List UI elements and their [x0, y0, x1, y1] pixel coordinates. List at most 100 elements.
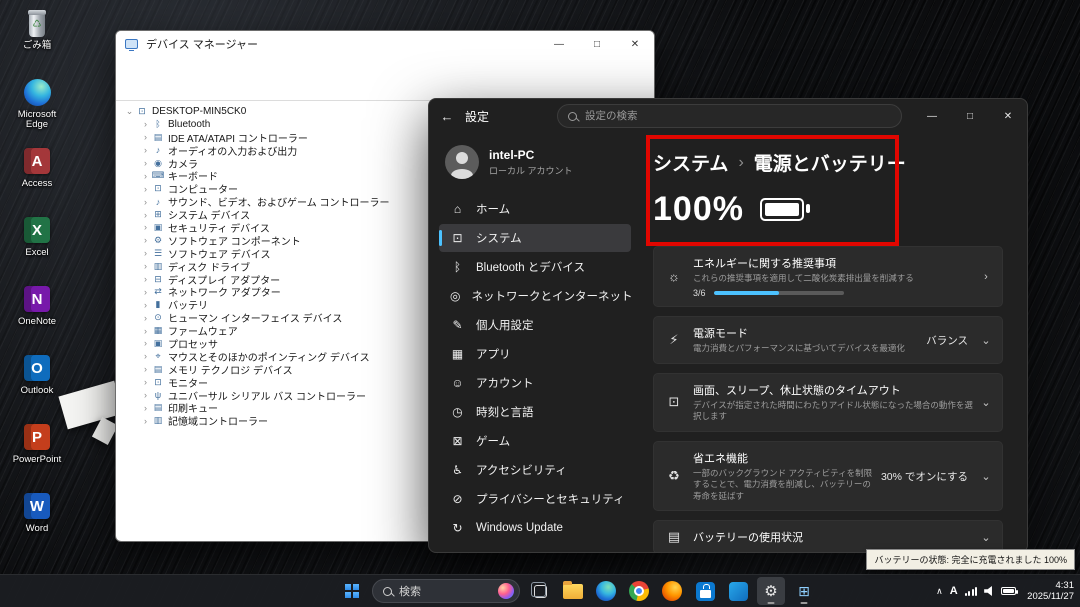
card-value[interactable]: バランス	[926, 333, 968, 348]
expand-arrow-icon[interactable]	[140, 222, 151, 232]
settings-nav-item[interactable]: ◎ ネットワークとインターネット	[439, 282, 631, 310]
settings-card[interactable]: ⚡ 電源モード 電力消費とパフォーマンスに基づいてデバイスを最適化 バランス ⌄	[653, 316, 1003, 363]
desktop-icon-excel[interactable]: X Excel	[6, 213, 68, 277]
settings-nav-item[interactable]: ᛒ Bluetooth とデバイス	[439, 253, 631, 281]
settings-card[interactable]: ☼ エネルギーに関する推奨事項 これらの推奨事項を適用して二酸化炭素排出量を削減…	[653, 246, 1003, 307]
card-subtitle: これらの推奨事項を適用して二酸化炭素排出量を削減する	[693, 273, 980, 284]
expand-arrow-icon[interactable]	[140, 184, 151, 194]
settings-nav-item[interactable]: ◷ 時刻と言語	[439, 398, 631, 426]
expand-arrow-icon[interactable]	[140, 351, 151, 361]
ime-indicator[interactable]: A	[950, 585, 958, 597]
card-value[interactable]: 30% でオンにする	[881, 469, 968, 484]
desktop-icon-powerpoint[interactable]: P PowerPoint	[6, 420, 68, 484]
expand-arrow-icon[interactable]	[140, 300, 151, 310]
expand-arrow-icon[interactable]	[140, 248, 151, 258]
taskbar-app[interactable]	[559, 577, 587, 605]
desktop-icon-recycle-bin[interactable]: ♺ ごみ箱	[6, 6, 68, 70]
breadcrumb-parent[interactable]: システム	[653, 149, 728, 176]
expand-arrow-icon[interactable]	[140, 235, 151, 245]
clock[interactable]: 4:31 2025/11/27	[1027, 580, 1074, 603]
expand-arrow-icon[interactable]	[140, 326, 151, 336]
settings-card[interactable]: ⊡ 画面、スリープ、休止状態のタイムアウト デバイスが指定された時間にわたりアイ…	[653, 373, 1003, 432]
taskbar-apps: ⚙ ⊞	[526, 577, 818, 605]
avatar	[445, 145, 479, 179]
search-icon	[383, 587, 392, 596]
maximize-button[interactable]: □	[578, 31, 616, 57]
settings-nav-item[interactable]: ✎ 個人用設定	[439, 311, 631, 339]
taskbar-app[interactable]: ⚙	[757, 577, 785, 605]
settings-search-box[interactable]	[557, 104, 902, 128]
taskbar-app[interactable]: ⊞	[790, 577, 818, 605]
settings-nav-item[interactable]: ⊡ システム	[439, 224, 631, 252]
settings-nav-item[interactable]: ↻ Windows Update	[439, 514, 631, 542]
expand-arrow-icon[interactable]	[140, 145, 151, 155]
taskbar-app[interactable]	[691, 577, 719, 605]
taskbar-search[interactable]: 検索	[372, 579, 520, 603]
nav-label: システム	[476, 230, 522, 246]
collapse-arrow-icon[interactable]	[124, 106, 135, 117]
settings-titlebar[interactable]: ← 設定 — □ ✕	[429, 99, 1027, 133]
expand-arrow-icon[interactable]	[140, 416, 151, 426]
maximize-button[interactable]: □	[951, 99, 989, 133]
minimize-button[interactable]: —	[540, 31, 578, 57]
desktop-icon-outlook[interactable]: O Outlook	[6, 351, 68, 415]
expand-arrow-icon[interactable]	[140, 313, 151, 323]
battery-tray-icon[interactable]	[1001, 587, 1016, 595]
desktop-icon-edge[interactable]: Microsoft Edge	[6, 75, 68, 139]
desktop-icon-label: OneNote	[18, 317, 56, 327]
audio-icon: ♪	[151, 145, 165, 155]
hid-icon: ⊙	[151, 312, 165, 323]
expand-arrow-icon[interactable]	[140, 287, 151, 297]
expand-arrow-icon[interactable]	[140, 132, 151, 142]
taskbar-app[interactable]	[658, 577, 686, 605]
settings-nav-item[interactable]: ☺ アカウント	[439, 369, 631, 397]
expand-arrow-icon[interactable]	[140, 119, 151, 129]
desktop-icon-onenote[interactable]: N OneNote	[6, 282, 68, 346]
settings-nav-item[interactable]: ⌂ ホーム	[439, 195, 631, 223]
settings-nav-item[interactable]: ⊠ ゲーム	[439, 427, 631, 455]
disk-drive-icon: ▥	[151, 261, 165, 272]
settings-nav-item[interactable]: ⊘ プライバシーとセキュリティ	[439, 485, 631, 513]
settings-card[interactable]: ♻ 省エネ機能 一部のバックグラウンド アクティビティを制限することで、電力消費…	[653, 441, 1003, 511]
network-icon[interactable]	[965, 586, 978, 596]
desktop-icon-access[interactable]: A Access	[6, 144, 68, 208]
selected-pill	[439, 230, 442, 246]
desktop-icon-word[interactable]: W Word	[6, 489, 68, 553]
expand-arrow-icon[interactable]	[140, 158, 151, 168]
expand-arrow-icon[interactable]	[140, 377, 151, 387]
expand-arrow-icon[interactable]	[140, 338, 151, 348]
settings-nav-item[interactable]: ▦ アプリ	[439, 340, 631, 368]
settings-nav-item[interactable]: ♿ アクセシビリティ	[439, 456, 631, 484]
device-manager-titlebar[interactable]: デバイス マネージャー — □ ✕	[116, 31, 654, 57]
taskbar-app[interactable]	[526, 577, 554, 605]
security-device-icon: ▣	[151, 222, 165, 233]
settings-sidebar: intel-PC ローカル アカウント ⌂ ホーム ⊡ システム	[429, 133, 641, 552]
expand-arrow-icon[interactable]	[140, 261, 151, 271]
taskbar-app[interactable]	[625, 577, 653, 605]
volume-icon[interactable]	[984, 586, 994, 596]
expand-arrow-icon[interactable]	[140, 171, 151, 181]
tray-date: 2025/11/27	[1027, 591, 1074, 602]
settings-nav: ⌂ ホーム ⊡ システム ᛒ Bluetooth とデバイス	[429, 195, 641, 542]
expand-arrow-icon[interactable]	[140, 210, 151, 220]
close-button[interactable]: ✕	[989, 99, 1027, 133]
storage-controller-icon: ▥	[151, 415, 165, 426]
expand-arrow-icon[interactable]	[140, 403, 151, 413]
search-icon	[568, 112, 577, 121]
taskbar-app[interactable]	[724, 577, 752, 605]
nav-label: ネットワークとインターネット	[471, 288, 632, 304]
settings-search-input[interactable]	[585, 110, 891, 122]
start-button[interactable]	[338, 577, 366, 605]
account-row[interactable]: intel-PC ローカル アカウント	[445, 145, 627, 179]
expand-arrow-icon[interactable]	[140, 274, 151, 284]
minimize-button[interactable]: —	[913, 99, 951, 133]
expand-arrow-icon[interactable]	[140, 197, 151, 207]
hidden-icons-chevron-icon[interactable]: ∧	[936, 586, 943, 597]
expand-arrow-icon[interactable]	[140, 364, 151, 374]
expand-arrow-icon[interactable]	[140, 390, 151, 400]
device-manager-icon: ⊞	[798, 583, 810, 600]
close-button[interactable]: ✕	[616, 31, 654, 57]
store-icon	[696, 582, 715, 601]
taskbar-app[interactable]	[592, 577, 620, 605]
back-button[interactable]: ←	[429, 109, 465, 124]
